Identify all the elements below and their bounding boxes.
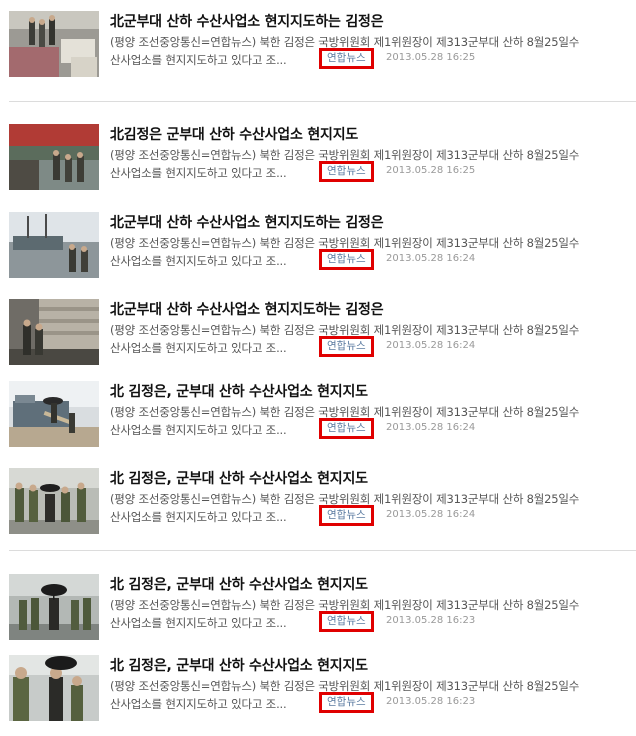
timestamp: 2013.05.28 16:23 [386,696,476,707]
thumbnail-photo[interactable] [9,574,99,640]
thumbnail-photo[interactable] [9,124,99,190]
thumbnail-photo[interactable] [9,655,99,721]
source-link[interactable]: 연합뉴스 [319,249,374,270]
thumbnail-photo[interactable] [9,11,99,77]
article-title[interactable]: 北군부대 산하 수산사업소 현지지도하는 김정은 [110,299,384,319]
timestamp: 2013.05.28 16:24 [386,253,476,264]
thumbnail-photo[interactable] [9,468,99,534]
source-link[interactable]: 연합뉴스 [319,336,374,357]
photo-icon [9,574,99,640]
article-snippet-cont: 산사업소를 현지지도하고 있다고 조... [110,510,287,524]
photo-icon [9,212,99,278]
source-link[interactable]: 연합뉴스 [319,692,374,713]
thumbnail-photo[interactable] [9,381,99,447]
source-link[interactable]: 연합뉴스 [319,48,374,69]
thumbnail-photo[interactable] [9,212,99,278]
photo-icon [9,124,99,190]
article-title[interactable]: 北 김정은, 군부대 산하 수산사업소 현지지도 [110,381,368,401]
timestamp: 2013.05.28 16:24 [386,340,476,351]
photo-icon [9,381,99,447]
article-title[interactable]: 北김정은 군부대 산하 수산사업소 현지지도 [110,124,358,144]
article-snippet-cont: 산사업소를 현지지도하고 있다고 조... [110,166,287,180]
timestamp: 2013.05.28 16:25 [386,52,476,63]
timestamp: 2013.05.28 16:24 [386,422,476,433]
photo-icon [9,468,99,534]
article-snippet-cont: 산사업소를 현지지도하고 있다고 조... [110,53,287,67]
article-title[interactable]: 北군부대 산하 수산사업소 현지지도하는 김정은 [110,212,384,232]
article-title[interactable]: 北 김정은, 군부대 산하 수산사업소 현지지도 [110,574,368,594]
article-snippet-cont: 산사업소를 현지지도하고 있다고 조... [110,616,287,630]
photo-icon [9,655,99,721]
divider [9,550,636,551]
divider [9,101,636,102]
timestamp: 2013.05.28 16:23 [386,615,476,626]
article-title[interactable]: 北군부대 산하 수산사업소 현지지도하는 김정은 [110,11,384,31]
article-title[interactable]: 北 김정은, 군부대 산하 수산사업소 현지지도 [110,468,368,488]
article-snippet-cont: 산사업소를 현지지도하고 있다고 조... [110,254,287,268]
source-link[interactable]: 연합뉴스 [319,418,374,439]
source-link[interactable]: 연합뉴스 [319,611,374,632]
photo-icon [9,299,99,365]
article-snippet-cont: 산사업소를 현지지도하고 있다고 조... [110,697,287,711]
article-snippet-cont: 산사업소를 현지지도하고 있다고 조... [110,341,287,355]
timestamp: 2013.05.28 16:25 [386,165,476,176]
source-link[interactable]: 연합뉴스 [319,505,374,526]
article-snippet-cont: 산사업소를 현지지도하고 있다고 조... [110,423,287,437]
source-link[interactable]: 연합뉴스 [319,161,374,182]
photo-icon [9,11,99,77]
thumbnail-photo[interactable] [9,299,99,365]
article-title[interactable]: 北 김정은, 군부대 산하 수산사업소 현지지도 [110,655,368,675]
timestamp: 2013.05.28 16:24 [386,509,476,520]
